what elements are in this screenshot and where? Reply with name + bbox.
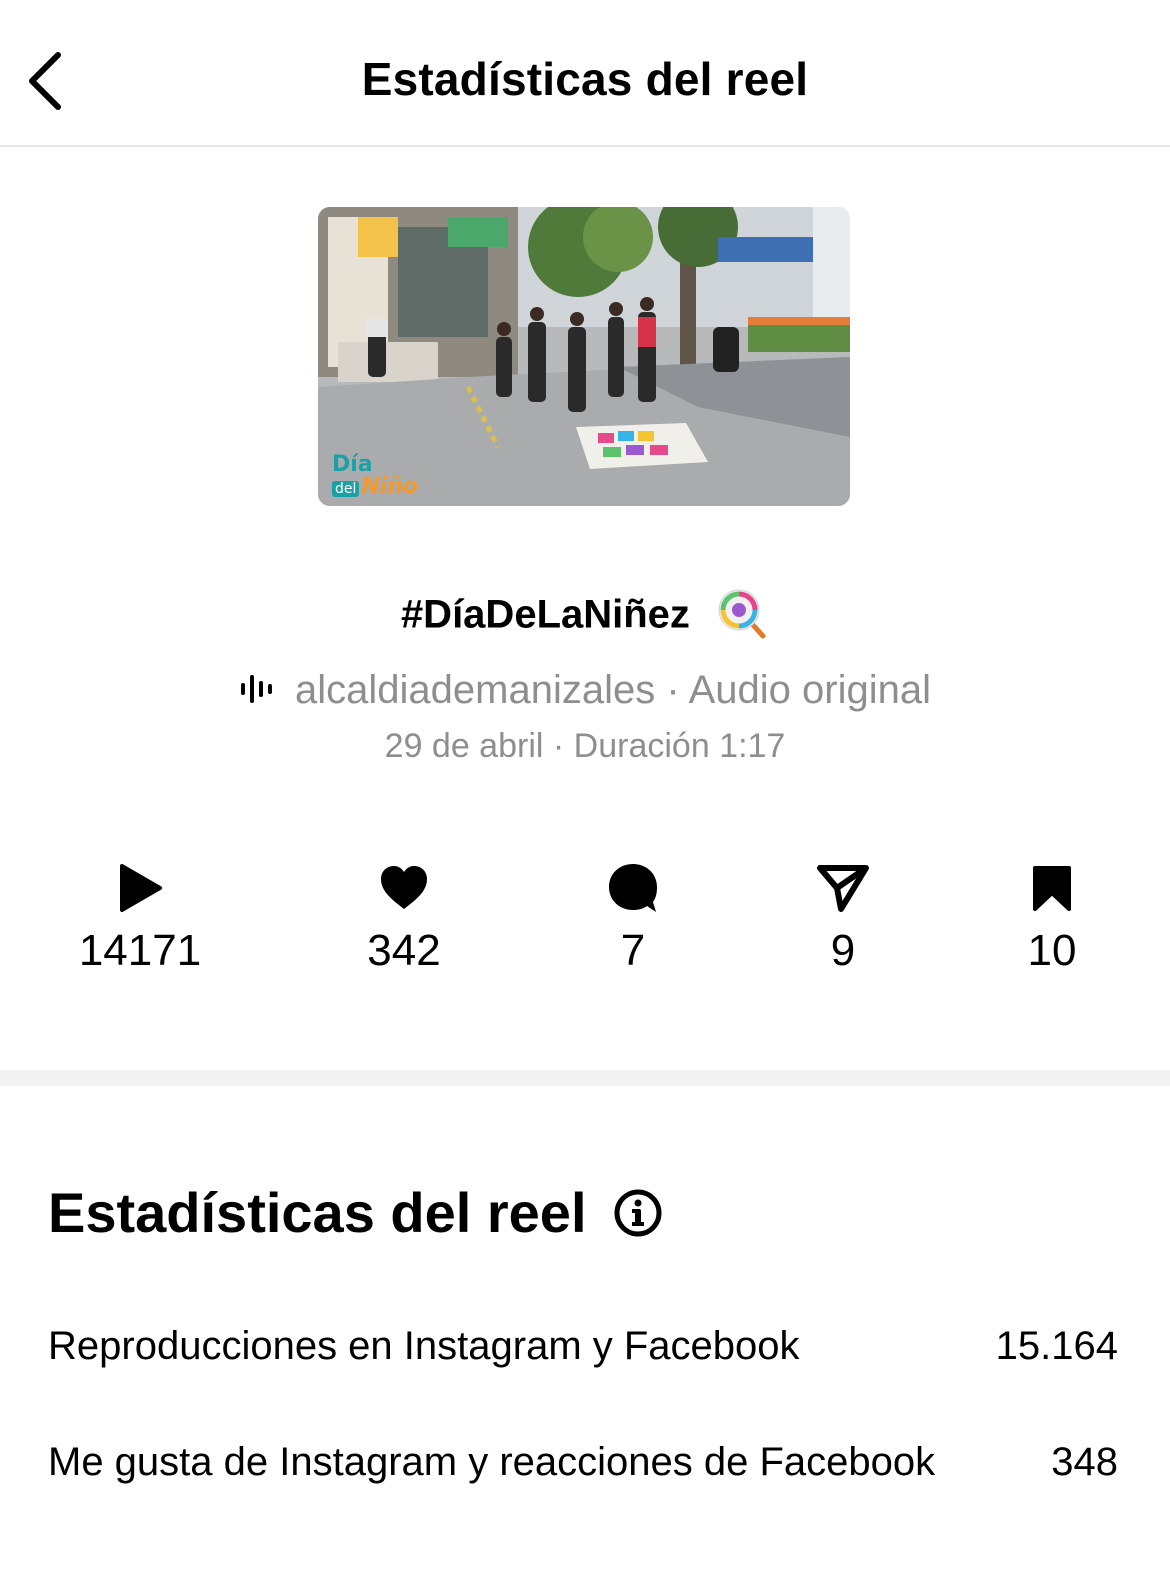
save-icon: [1033, 866, 1071, 911]
stat-value: 10: [1027, 926, 1077, 975]
metric-row-reactions: Me gusta de Instagram y reacciones de Fa…: [48, 1440, 1118, 1485]
info-icon[interactable]: [613, 1188, 663, 1238]
share-icon: [817, 865, 869, 912]
reel-logo: Día del Niño: [332, 454, 418, 498]
reel-duration: Duración 1:17: [573, 727, 786, 765]
heart-icon: [381, 866, 427, 909]
metric-value: 348: [1051, 1440, 1118, 1484]
logo-text-top: Día: [332, 452, 373, 477]
meta-separator: ·: [543, 727, 574, 765]
stat-comments: 7: [533, 860, 733, 976]
metric-value: 15.164: [995, 1324, 1118, 1368]
reel-date: 29 de abril: [384, 727, 544, 765]
insights-title: Estadísticas del reel: [48, 1180, 663, 1245]
stat-likes: 342: [304, 860, 504, 976]
stat-saves: 10: [952, 860, 1152, 976]
play-icon: [120, 864, 162, 912]
logo-text-nino: Niño: [361, 474, 419, 499]
metric-row-plays: Reproducciones en Instagram y Facebook 1…: [48, 1324, 1118, 1369]
top-bar: Estadísticas del reel: [0, 0, 1170, 147]
audio-link[interactable]: alcaldiademanizales · Audio original: [0, 668, 1170, 713]
audio-separator: ·: [655, 668, 689, 712]
stat-value: 7: [620, 926, 646, 975]
comment-icon: [609, 864, 657, 912]
stat-value: 9: [830, 926, 856, 975]
stat-value: 342: [367, 926, 441, 975]
lollipop-emoji-icon: [718, 589, 766, 639]
page-title: Estadísticas del reel: [361, 53, 809, 105]
insights-title-text: Estadísticas del reel: [48, 1181, 587, 1244]
metric-label: Me gusta de Instagram y reacciones de Fa…: [48, 1440, 936, 1484]
audio-account: alcaldiademanizales: [295, 668, 656, 712]
caption-text: #DíaDeLaNiñez: [400, 592, 690, 637]
section-divider: [0, 1070, 1170, 1086]
stat-value: 14171: [78, 926, 202, 975]
engagement-stats: 14171 342 7 9 10: [0, 860, 1170, 990]
reel-thumbnail[interactable]: Día del Niño: [318, 207, 850, 506]
reel-meta: 29 de abril · Duración 1:17: [0, 727, 1170, 766]
audio-wave-icon: [241, 675, 273, 704]
reel-caption: #DíaDeLaNiñez: [0, 589, 1170, 644]
stat-shares: 9: [743, 860, 943, 976]
logo-text-del: del: [332, 481, 360, 497]
audio-label: Audio original: [688, 668, 931, 712]
stat-plays: 14171: [40, 860, 240, 976]
metric-label: Reproducciones en Instagram y Facebook: [48, 1324, 800, 1368]
